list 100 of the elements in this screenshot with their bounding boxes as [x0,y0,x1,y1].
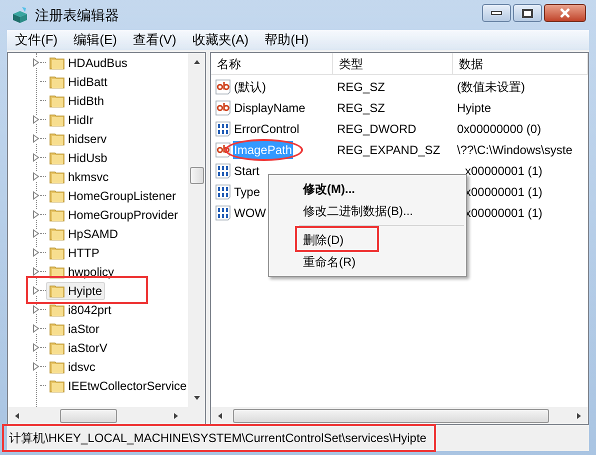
value-data: x00000001 (1) [465,206,542,220]
value-name[interactable]: ErrorControl [233,120,300,138]
menu-item[interactable]: 帮助(H) [264,30,309,50]
tree-item[interactable]: hwpolicy [46,262,118,280]
close-icon [559,8,571,18]
tree-item[interactable]: HidUsb [46,148,110,166]
folder-icon [49,244,65,260]
tree-item[interactable]: HidBatt [46,72,110,90]
tree-item[interactable]: HpSAMD [46,224,122,242]
value-data: 0x00000000 (0) [457,122,542,136]
folder-icon [49,74,65,90]
tree-item[interactable]: IEEtwCollectorService [46,376,188,394]
tree-item[interactable]: HidIr [46,110,96,128]
value-name[interactable]: DisplayName [233,98,306,116]
folder-icon [49,112,65,128]
expand-arrow-icon[interactable] [32,153,40,162]
window-title: 注册表编辑器 [35,6,119,24]
folder-icon [49,92,65,108]
value-type: REG_EXPAND_SZ [337,142,440,156]
tree-item[interactable]: hidserv [46,130,110,148]
close-button[interactable] [544,4,586,22]
expand-arrow-icon[interactable] [32,134,40,143]
folder-icon [49,264,65,280]
value-data: (数值未设置) [457,80,525,94]
folder-icon [49,378,65,394]
expand-arrow-icon[interactable] [32,248,40,257]
value-data: x00000001 (1) [465,184,542,198]
folder-icon [49,320,65,336]
registry-editor-icon [11,6,29,24]
expand-arrow-icon[interactable] [32,229,40,238]
scrollbar-thumb[interactable] [233,408,549,422]
tree-item[interactable]: hkmsvc [46,168,112,186]
vertical-scrollbar[interactable] [188,53,205,407]
tree-item[interactable]: iaStorV [46,338,110,356]
value-name[interactable]: Type [233,182,262,200]
string-value-icon [215,100,231,116]
value-type: REG_SZ [337,100,386,114]
column-header[interactable]: 数据 [453,53,588,74]
expand-arrow-icon[interactable] [32,362,40,371]
expand-arrow-icon[interactable] [32,324,40,333]
binary-value-icon [215,204,231,220]
folder-icon [49,302,65,318]
column-header[interactable]: 类型 [333,53,453,74]
tree-item[interactable]: i8042prt [46,300,114,318]
expand-arrow-icon[interactable] [32,115,40,124]
folder-icon [49,340,65,356]
scrollbar-thumb[interactable] [190,167,204,184]
value-name[interactable]: (默认) [233,78,267,96]
folder-icon [49,188,65,204]
horizontal-scrollbar[interactable] [211,407,588,424]
expand-arrow-icon[interactable] [32,343,40,352]
folder-icon [49,282,65,298]
folder-icon [49,54,65,70]
tree-item[interactable]: HTTP [46,244,102,262]
minimize-button[interactable] [482,4,511,22]
context-menu-item[interactable]: 删除(D) [303,231,344,249]
string-value-icon [215,142,231,158]
value-type: REG_SZ [337,80,386,94]
expand-arrow-icon[interactable] [32,210,40,219]
scrollbar-thumb[interactable] [60,408,117,422]
value-name[interactable]: WOW [233,204,267,222]
context-menu-item[interactable]: 修改(M)... [303,180,355,198]
tree-item[interactable]: HDAudBus [46,54,130,72]
binary-value-icon [215,120,231,136]
expand-arrow-icon[interactable] [32,286,40,295]
maximize-button[interactable] [513,4,542,22]
string-value-icon [215,78,231,94]
menu-item[interactable]: 编辑(E) [74,30,117,50]
expand-arrow-icon[interactable] [32,172,40,181]
expand-arrow-icon[interactable] [32,58,40,67]
value-data: Hyipte [457,100,492,114]
expand-arrow-icon[interactable] [32,267,40,276]
value-name[interactable]: Start [233,162,260,180]
column-header[interactable]: 名称 [211,53,333,74]
horizontal-scrollbar[interactable] [8,407,205,424]
folder-icon [49,358,65,374]
expand-arrow-icon[interactable] [32,305,40,314]
tree-item[interactable]: Hyipte [46,282,106,300]
folder-icon [49,168,65,184]
folder-icon [49,150,65,166]
tree-item[interactable]: HidBth [46,92,108,110]
context-menu-item[interactable]: 修改二进制数据(B)... [303,202,413,220]
folder-icon [49,206,65,222]
value-type: REG_DWORD [337,122,416,136]
binary-value-icon [215,184,231,200]
tree-item[interactable]: HomeGroupProvider [46,206,182,224]
folder-icon [49,130,65,146]
status-path: 计算机\HKEY_LOCAL_MACHINE\SYSTEM\CurrentControlSet\services\Hyipte [4,426,434,450]
menu-item[interactable]: 文件(F) [15,30,58,50]
value-data: \??\C:\Windows\syste [457,142,572,156]
value-data: x00000001 (1) [465,164,542,178]
folder-icon [49,226,65,242]
expand-arrow-icon[interactable] [32,191,40,200]
binary-value-icon [215,162,231,178]
tree-item[interactable]: idsvc [46,358,98,376]
tree-item[interactable]: HomeGroupListener [46,186,180,204]
menu-item[interactable]: 收藏夹(A) [192,30,249,50]
menu-item[interactable]: 查看(V) [132,30,176,50]
tree-item[interactable]: iaStor [46,320,102,338]
context-menu-item[interactable]: 重命名(R) [303,253,356,271]
